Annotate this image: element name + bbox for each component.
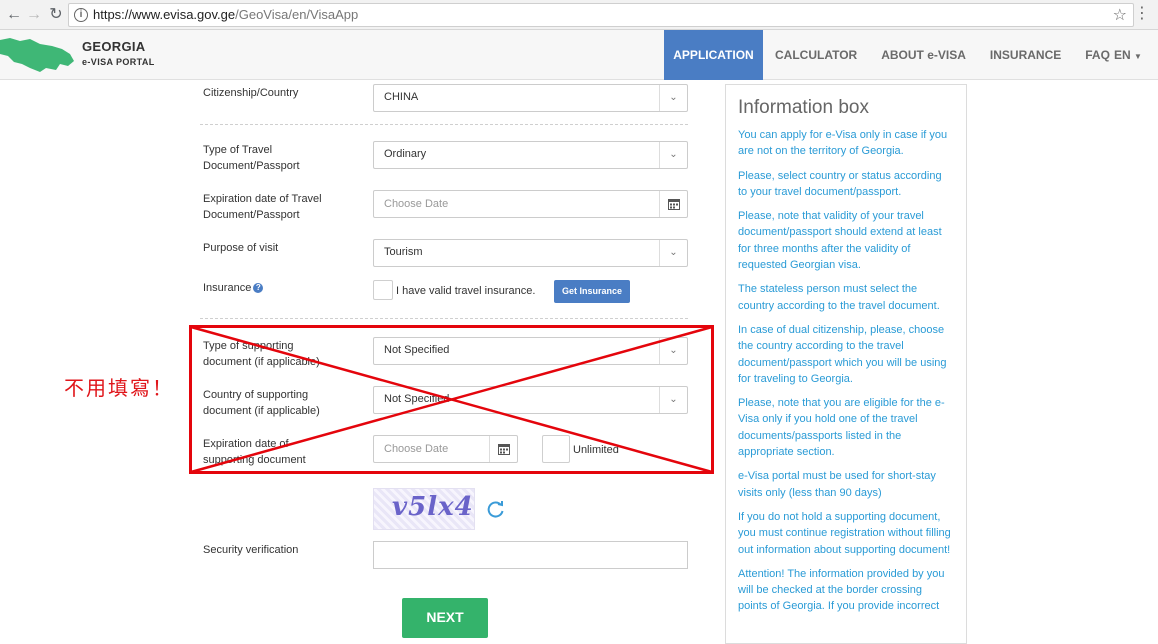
- citizenship-select[interactable]: CHINA ⌄: [373, 84, 688, 112]
- georgia-map-logo-icon: [0, 38, 74, 72]
- supporting-type-value: Not Specified: [384, 344, 450, 356]
- chevron-down-icon: ⌄: [659, 85, 687, 111]
- purpose-select[interactable]: Tourism ⌄: [373, 239, 688, 267]
- supporting-exp-date-input[interactable]: Choose Date: [373, 435, 518, 463]
- annotation-note: 不用填寫！: [64, 376, 174, 400]
- back-arrow-icon[interactable]: ←: [4, 5, 24, 25]
- chevron-down-icon: ⌄: [659, 240, 687, 266]
- language-selector[interactable]: EN ▼: [1114, 30, 1158, 80]
- nav-insurance[interactable]: INSURANCE: [978, 30, 1073, 80]
- citizenship-label: Citizenship/Country: [203, 87, 299, 99]
- unlimited-label: Unlimited: [573, 444, 619, 456]
- info-title: Information box: [738, 97, 869, 118]
- insurance-label: Insurance?: [203, 280, 264, 296]
- expiration-date-input[interactable]: Choose Date: [373, 190, 688, 218]
- information-box: Information box You can apply for e-Visa…: [725, 84, 967, 644]
- citizenship-value: CHINA: [384, 91, 419, 103]
- insurance-checkbox-label: I have valid travel insurance.: [396, 285, 536, 297]
- supporting-type-label: Type of supporting document (if applicab…: [203, 340, 320, 368]
- insurance-checkbox[interactable]: [373, 280, 393, 300]
- info-paragraph: You can apply for e-Visa only in case if…: [738, 129, 948, 158]
- forward-arrow-icon[interactable]: →: [24, 5, 44, 25]
- travel-doc-value: Ordinary: [384, 148, 427, 160]
- next-button[interactable]: NEXT: [402, 598, 488, 638]
- purpose-label: Purpose of visit: [203, 242, 279, 254]
- chevron-down-icon: ⌄: [659, 387, 687, 413]
- site-header: GEORGIA e-VISA PORTAL APPLICATION CALCUL…: [0, 30, 1158, 80]
- nav-about[interactable]: ABOUT e-VISA: [869, 30, 978, 80]
- refresh-captcha-icon[interactable]: [486, 499, 506, 519]
- supporting-exp-label: Expiration date of supporting document: [203, 438, 306, 466]
- captcha-image: v5lx4: [373, 488, 475, 530]
- get-insurance-button[interactable]: Get Insurance: [554, 280, 630, 303]
- nav-application[interactable]: APPLICATION: [664, 30, 763, 80]
- supporting-country-value: Not Specified: [384, 393, 450, 405]
- info-paragraph: Please, note that you are eligible for t…: [738, 397, 945, 459]
- calendar-icon[interactable]: [659, 191, 687, 217]
- chevron-down-icon: ⌄: [659, 142, 687, 168]
- unlimited-checkbox[interactable]: [542, 435, 570, 463]
- browser-menu-icon[interactable]: ⋮: [1134, 6, 1150, 22]
- supporting-country-label: Country of supporting document (if appli…: [203, 389, 320, 417]
- site-title: GEORGIA: [82, 39, 146, 54]
- calendar-icon[interactable]: [489, 436, 517, 462]
- info-paragraph: Please, select country or status accordi…: [738, 169, 942, 198]
- info-paragraph: Attention! The information provided by y…: [738, 567, 945, 613]
- info-paragraph: Please, note that validity of your trave…: [738, 210, 942, 272]
- reload-icon[interactable]: ↻: [46, 5, 66, 25]
- help-icon[interactable]: ?: [253, 283, 264, 293]
- purpose-value: Tourism: [384, 246, 423, 258]
- url-text: https://www.evisa.gov.ge/GeoVisa/en/Visa…: [93, 7, 359, 22]
- expiration-label: Expiration date of Travel Document/Passp…: [203, 193, 322, 221]
- security-label: Security verification: [203, 544, 299, 556]
- nav-calculator[interactable]: CALCULATOR: [763, 30, 869, 80]
- info-paragraph: e-Visa portal must be used for short-sta…: [738, 470, 936, 499]
- divider: [200, 124, 688, 125]
- supporting-type-select[interactable]: Not Specified ⌄: [373, 337, 688, 365]
- info-paragraph: The stateless person must select the cou…: [738, 283, 940, 312]
- caret-down-icon: ▼: [1134, 52, 1142, 61]
- travel-doc-label: Type of Travel Document/Passport: [203, 144, 300, 172]
- date-placeholder: Choose Date: [384, 443, 449, 455]
- chevron-down-icon: ⌄: [659, 338, 687, 364]
- info-paragraph: In case of dual citizenship, please, cho…: [738, 323, 947, 385]
- security-input[interactable]: [373, 541, 688, 569]
- date-placeholder: Choose Date: [384, 198, 449, 210]
- main-nav: APPLICATION CALCULATOR ABOUT e-VISA INSU…: [664, 30, 1142, 80]
- supporting-country-select[interactable]: Not Specified ⌄: [373, 386, 688, 414]
- travel-doc-select[interactable]: Ordinary ⌄: [373, 141, 688, 169]
- site-info-icon[interactable]: i: [74, 8, 88, 22]
- divider: [200, 318, 688, 319]
- bookmark-star-icon[interactable]: ☆: [1113, 5, 1127, 25]
- address-bar[interactable]: i https://www.evisa.gov.ge/GeoVisa/en/Vi…: [68, 3, 1134, 27]
- site-subtitle: e-VISA PORTAL: [82, 57, 155, 67]
- browser-toolbar: ← → ↻ i https://www.evisa.gov.ge/GeoVisa…: [0, 0, 1158, 30]
- info-paragraph: If you do not hold a supporting document…: [738, 510, 951, 556]
- captcha-text: v5lx4: [392, 492, 474, 522]
